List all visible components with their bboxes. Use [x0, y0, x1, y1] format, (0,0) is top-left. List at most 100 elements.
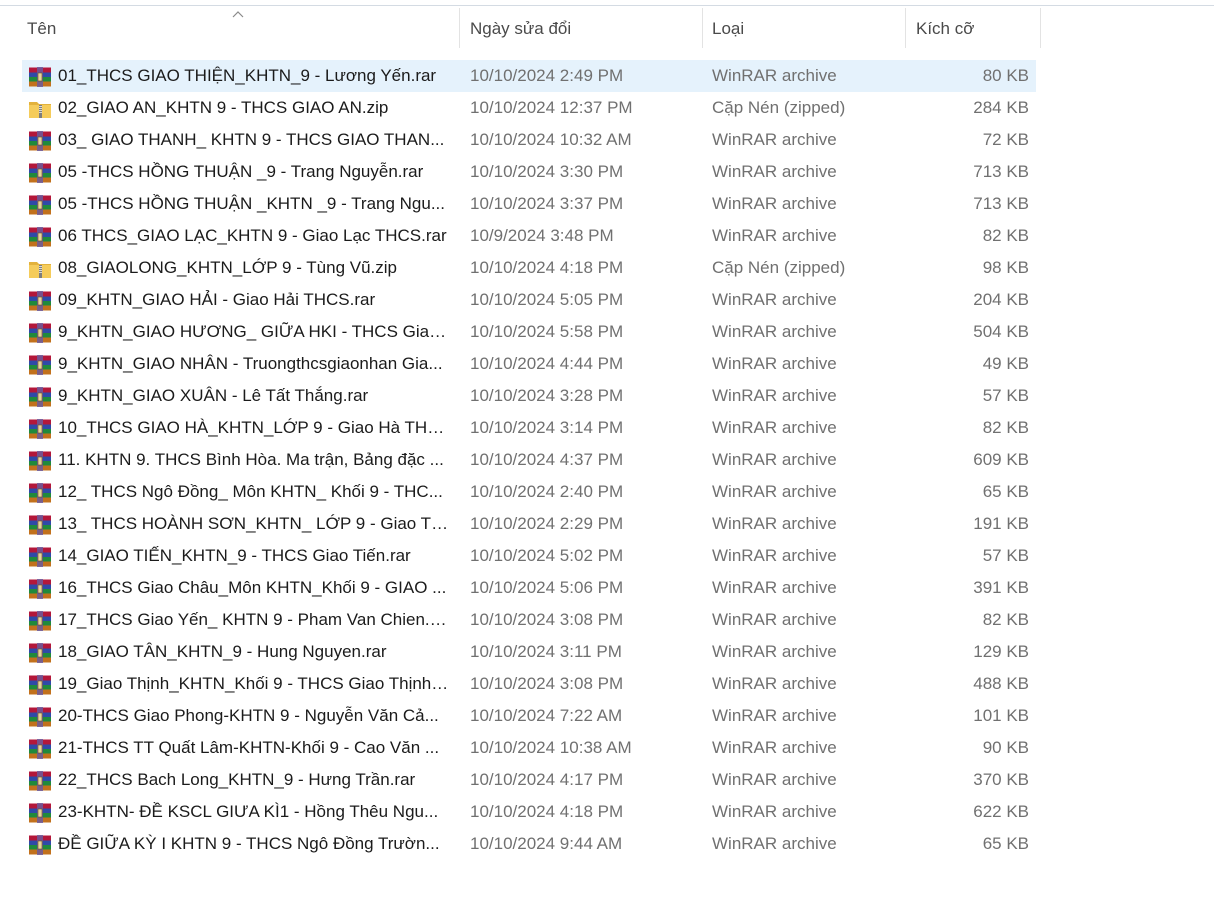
winrar-archive-icon [28, 738, 52, 759]
file-row[interactable]: ĐỀ GIỮA KỲ I KHTN 9 - THCS Ngô Đồng Trườ… [22, 828, 1036, 860]
winrar-archive-icon [28, 546, 52, 567]
file-name: 09_KHTN_GIAO HẢI - Giao Hải THCS.rar [58, 290, 376, 309]
file-row[interactable]: 9_KHTN_GIAO NHÂN - Truongthcsgiaonhan Gi… [22, 348, 1036, 380]
file-row[interactable]: 08_GIAOLONG_KHTN_LỚP 9 - Tùng Vũ.zip 10/1… [22, 252, 1036, 284]
file-row[interactable]: 10_THCS GIAO HÀ_KHTN_LỚP 9 - Giao Hà THC… [22, 412, 1036, 444]
file-row[interactable]: 17_THCS Giao Yến_ KHTN 9 - Pham Van Chie… [22, 604, 1036, 636]
file-name: 21-THCS TT Quất Lâm-KHTN-Khối 9 - Cao Vă… [58, 738, 440, 757]
file-type: WinRAR archive [712, 130, 837, 149]
winrar-archive-icon [28, 322, 52, 343]
file-name: 05 -THCS HỒNG THUẬN _KHTN _9 - Trang Ngu… [58, 194, 446, 213]
file-date-modified: 10/10/2024 5:02 PM [470, 546, 624, 565]
winrar-archive-icon [28, 482, 52, 503]
file-date-modified: 10/10/2024 4:37 PM [470, 450, 624, 469]
file-row[interactable]: 20-THCS Giao Phong-KHTN 9 - Nguyễn Văn C… [22, 700, 1036, 732]
file-row[interactable]: 16_THCS Giao Châu_Môn KHTN_Khối 9 - GIAO… [22, 572, 1036, 604]
file-row[interactable]: 22_THCS Bach Long_KHTN_9 - Hưng Trần.rar… [22, 764, 1036, 796]
file-row[interactable]: 14_GIAO TIẾN_KHTN_9 - THCS Giao Tiến.rar… [22, 540, 1036, 572]
file-name: 13_ THCS HOÀNH SƠN_KHTN_ LỚP 9 - Giao Th… [58, 514, 450, 533]
file-date-modified: 10/10/2024 2:29 PM [470, 514, 624, 533]
chevron-up-icon [232, 11, 244, 18]
file-list: 01_THCS GIAO THIỆN_KHTN_9 - Lương Yến.ra… [22, 60, 1036, 860]
file-name: 17_THCS Giao Yến_ KHTN 9 - Pham Van Chie… [58, 610, 450, 629]
file-row[interactable]: 13_ THCS HOÀNH SƠN_KHTN_ LỚP 9 - Giao Th… [22, 508, 1036, 540]
file-row[interactable]: 05 -THCS HỒNG THUẬN _9 - Trang Nguyễn.ra… [22, 156, 1036, 188]
column-header-row: Tên Ngày sửa đổi Loại Kích cỡ [0, 8, 1214, 50]
file-type: WinRAR archive [712, 834, 837, 853]
file-row[interactable]: 09_KHTN_GIAO HẢI - Giao Hải THCS.rar 10/1… [22, 284, 1036, 316]
column-header-date[interactable]: Ngày sửa đổi [460, 8, 703, 50]
file-size: 57 KB [982, 546, 1029, 565]
file-name: 11. KHTN 9. THCS Bình Hòa. Ma trận, Bảng… [58, 450, 444, 469]
file-size: 82 KB [982, 226, 1029, 245]
file-type: WinRAR archive [712, 162, 837, 181]
file-name: 16_THCS Giao Châu_Môn KHTN_Khối 9 - GIAO… [58, 578, 447, 597]
file-size: 98 KB [982, 258, 1029, 277]
file-size: 284 KB [973, 98, 1029, 117]
file-row[interactable]: 21-THCS TT Quất Lâm-KHTN-Khối 9 - Cao Vă… [22, 732, 1036, 764]
file-name: 14_GIAO TIẾN_KHTN_9 - THCS Giao Tiến.rar [58, 546, 411, 565]
file-row[interactable]: 03_ GIAO THANH_ KHTN 9 - THCS GIAO THAN.… [22, 124, 1036, 156]
file-size: 82 KB [982, 418, 1029, 437]
file-name: 10_THCS GIAO HÀ_KHTN_LỚP 9 - Giao Hà THC… [58, 418, 450, 437]
winrar-archive-icon [28, 514, 52, 535]
file-type: Cặp Nén (zipped) [712, 258, 846, 277]
file-date-modified: 10/10/2024 5:06 PM [470, 578, 624, 597]
winrar-archive-icon [28, 706, 52, 727]
file-row[interactable]: 05 -THCS HỒNG THUẬN _KHTN _9 - Trang Ngu… [22, 188, 1036, 220]
file-date-modified: 10/10/2024 3:30 PM [470, 162, 624, 181]
file-size: 65 KB [982, 482, 1029, 501]
file-date-modified: 10/10/2024 3:08 PM [470, 610, 624, 629]
file-date-modified: 10/10/2024 3:11 PM [470, 642, 622, 661]
column-header-type[interactable]: Loại [703, 8, 906, 50]
file-row[interactable]: 01_THCS GIAO THIỆN_KHTN_9 - Lương Yến.ra… [22, 60, 1036, 92]
winrar-archive-icon [28, 418, 52, 439]
file-date-modified: 10/10/2024 5:58 PM [470, 322, 624, 341]
file-size: 65 KB [982, 834, 1029, 853]
winrar-archive-icon [28, 834, 52, 855]
file-row[interactable]: 19_Giao Thịnh_KHTN_Khối 9 - THCS Giao Th… [22, 668, 1036, 700]
file-date-modified: 10/10/2024 4:17 PM [470, 770, 624, 789]
file-size: 609 KB [973, 450, 1029, 469]
file-size: 713 KB [973, 194, 1029, 213]
file-row[interactable]: 9_KHTN_GIAO XUÂN - Lê Tất Thắng.rar 10/10… [22, 380, 1036, 412]
column-resize-handle[interactable] [1040, 8, 1041, 48]
file-row[interactable]: 12_ THCS Ngô Đồng_ Môn KHTN_ Khối 9 - TH… [22, 476, 1036, 508]
file-size: 129 KB [973, 642, 1029, 661]
file-date-modified: 10/10/2024 4:18 PM [470, 802, 624, 821]
file-row[interactable]: 9_KHTN_GIAO HƯƠNG_ GIỮA HKI - THCS Giao … [22, 316, 1036, 348]
winrar-archive-icon [28, 130, 52, 151]
file-name: 05 -THCS HỒNG THUẬN _9 - Trang Nguyễn.ra… [58, 162, 424, 181]
file-date-modified: 10/10/2024 3:37 PM [470, 194, 624, 213]
file-name: 18_GIAO TÂN_KHTN_9 - Hung Nguyen.rar [58, 642, 387, 661]
file-name: 03_ GIAO THANH_ KHTN 9 - THCS GIAO THAN.… [58, 130, 445, 149]
top-divider [0, 5, 1214, 6]
file-name: ĐỀ GIỮA KỲ I KHTN 9 - THCS Ngô Đồng Trườ… [58, 834, 440, 853]
file-date-modified: 10/9/2024 3:48 PM [470, 226, 614, 245]
column-header-name[interactable]: Tên [0, 8, 460, 50]
column-header-name-label: Tên [27, 19, 57, 38]
file-size: 191 KB [973, 514, 1029, 533]
file-row[interactable]: 18_GIAO TÂN_KHTN_9 - Hung Nguyen.rar 10/1… [22, 636, 1036, 668]
column-header-size[interactable]: Kích cỡ [906, 8, 1041, 50]
file-date-modified: 10/10/2024 4:18 PM [470, 258, 624, 277]
winrar-archive-icon [28, 354, 52, 375]
file-row[interactable]: 23-KHTN- ĐỀ KSCL GIƯA KÌ1 - Hồng Thêu Ng… [22, 796, 1036, 828]
file-row[interactable]: 11. KHTN 9. THCS Bình Hòa. Ma trận, Bảng… [22, 444, 1036, 476]
file-type: WinRAR archive [712, 290, 837, 309]
file-type: WinRAR archive [712, 514, 837, 533]
file-type: WinRAR archive [712, 706, 837, 725]
file-type: WinRAR archive [712, 738, 837, 757]
file-size: 49 KB [982, 354, 1029, 373]
file-row[interactable]: 02_GIAO AN_KHTN 9 - THCS GIAO AN.zip 10/1… [22, 92, 1036, 124]
file-name: 22_THCS Bach Long_KHTN_9 - Hưng Trần.rar [58, 770, 416, 789]
file-name: 9_KHTN_GIAO XUÂN - Lê Tất Thắng.rar [58, 386, 369, 405]
file-type: WinRAR archive [712, 482, 837, 501]
file-type: WinRAR archive [712, 770, 837, 789]
file-row[interactable]: 06 THCS_GIAO LẠC_KHTN 9 - Giao Lạc THCS.… [22, 220, 1036, 252]
file-size: 622 KB [973, 802, 1029, 821]
file-size: 391 KB [973, 578, 1029, 597]
file-date-modified: 10/10/2024 12:37 PM [470, 98, 633, 117]
winrar-archive-icon [28, 770, 52, 791]
file-size: 72 KB [982, 130, 1029, 149]
